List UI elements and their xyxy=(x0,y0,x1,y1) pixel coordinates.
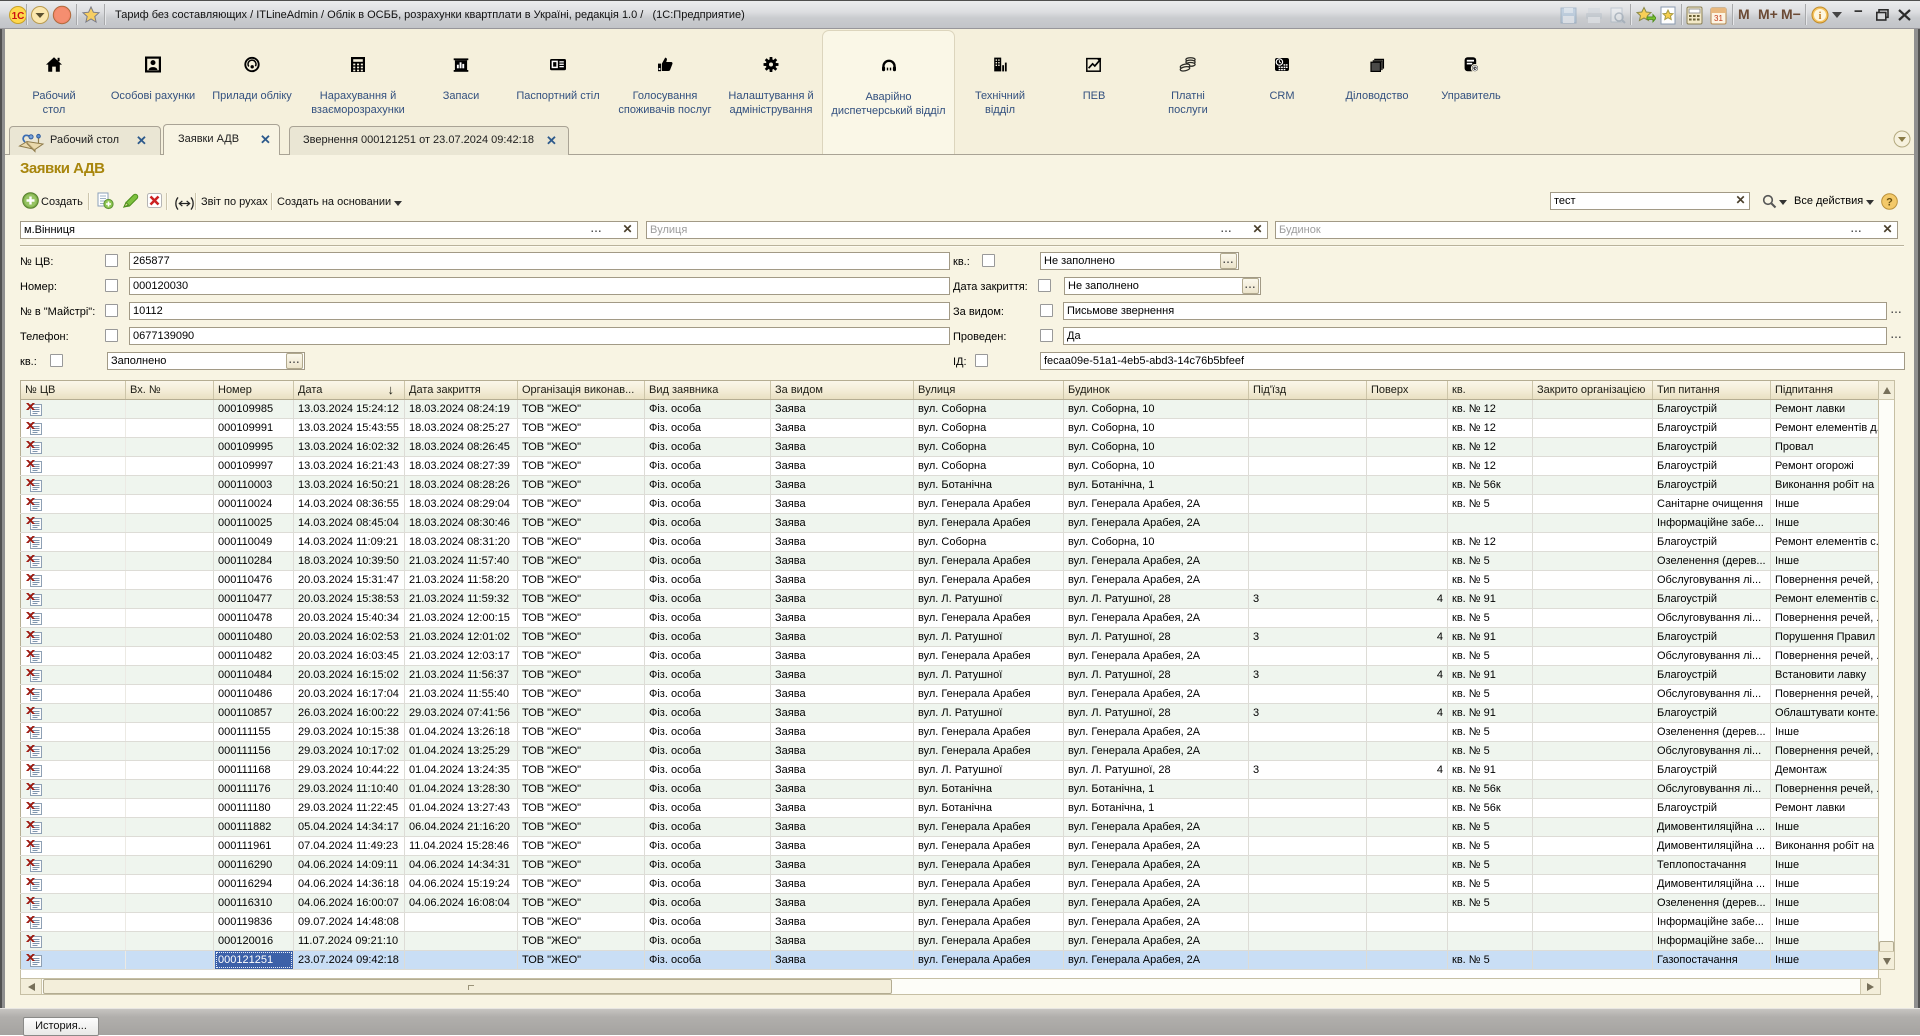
svg-text:?: ? xyxy=(1886,197,1893,209)
svg-text:1С: 1С xyxy=(12,11,25,22)
svg-text:i: i xyxy=(1819,11,1822,22)
svg-text:31: 31 xyxy=(1714,14,1723,23)
